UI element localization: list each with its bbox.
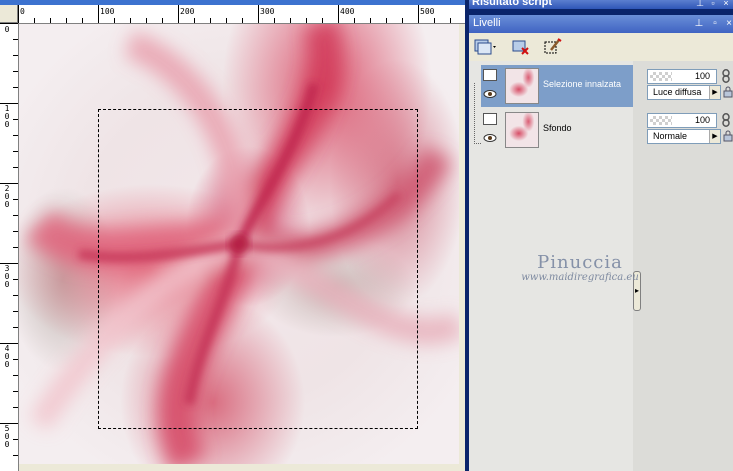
ruler-h-label: 200 <box>180 7 195 16</box>
delete-layer-button[interactable] <box>511 37 531 57</box>
ruler-v-label: 5 0 0 <box>4 424 10 449</box>
new-layer-icon <box>474 39 496 55</box>
layer-properties-sfondo: 100 Normale ▶ <box>645 109 733 145</box>
eye-icon[interactable] <box>483 133 497 143</box>
blend-mode-value: Normale <box>653 131 688 141</box>
layer-thumbnail <box>505 68 539 104</box>
close-icon[interactable]: × <box>723 17 733 30</box>
image-window: 0 100 200 300 400 500 0 1 0 0 2 0 0 3 0 … <box>0 0 465 471</box>
canvas-edge-bottom <box>19 464 465 471</box>
eye-icon[interactable] <box>483 89 497 99</box>
layers-toolbar <box>469 33 733 61</box>
opacity-slider[interactable]: 100 <box>647 113 717 128</box>
edit-selection-icon <box>544 38 562 54</box>
blend-mode-select[interactable]: Luce diffusa ▶ <box>647 85 721 100</box>
link-icon[interactable] <box>721 69 731 83</box>
vertical-ruler: 0 1 0 0 2 0 0 3 0 0 4 0 0 5 0 0 <box>0 23 19 471</box>
watermark: Pinuccia www.maidiregrafica.eu <box>510 252 650 283</box>
chevron-right-icon[interactable]: ▶ <box>709 130 720 143</box>
opacity-value: 100 <box>694 71 710 81</box>
layer-row-selezione-innalzata[interactable]: Selezione innalzata <box>481 65 633 107</box>
opacity-swatch <box>650 116 672 125</box>
layer-group-line <box>474 83 481 144</box>
lock-icon[interactable] <box>723 130 733 142</box>
image-canvas[interactable] <box>19 24 459 464</box>
layer-name: Sfondo <box>543 123 572 133</box>
watermark-url: www.maidiregrafica.eu <box>521 272 639 283</box>
ruler-h-label: 300 <box>260 7 275 16</box>
ruler-corner <box>0 5 18 23</box>
ruler-v-label: 0 <box>4 25 10 34</box>
ruler-h-label: 500 <box>420 7 435 16</box>
horizontal-ruler: 0 100 200 300 400 500 <box>18 5 465 24</box>
chevron-right-icon[interactable]: ▶ <box>709 86 720 99</box>
layer-properties-selezione-innalzata: 100 Luce diffusa ▶ <box>645 65 733 101</box>
script-output-titlebar[interactable]: Risultato script ⊥ ▫ × <box>469 0 733 9</box>
ruler-h-label: 400 <box>340 7 355 16</box>
layers-panel-title: Livelli <box>473 17 501 29</box>
ruler-h-label: 0 <box>20 7 25 16</box>
pin-icon[interactable]: ⊥ <box>693 17 705 30</box>
layer-type-icon <box>483 69 497 81</box>
delete-layer-icon <box>512 40 529 55</box>
opacity-value: 100 <box>694 115 710 125</box>
lock-icon[interactable] <box>723 86 733 98</box>
ruler-v-label: 2 0 0 <box>4 184 10 209</box>
opacity-swatch <box>650 72 672 81</box>
selection-marquee[interactable] <box>98 109 418 429</box>
pin-icon[interactable]: ⊥ <box>695 0 705 8</box>
ruler-v-label: 4 0 0 <box>4 344 10 369</box>
restore-icon[interactable]: ▫ <box>709 17 721 30</box>
ruler-v-label: 1 0 0 <box>4 104 10 129</box>
ruler-v-label: 3 0 0 <box>4 264 10 289</box>
restore-icon[interactable]: ▫ <box>708 0 718 8</box>
blend-mode-value: Luce diffusa <box>653 87 702 97</box>
blend-mode-select[interactable]: Normale ▶ <box>647 129 721 144</box>
layer-properties-column: 100 Luce diffusa ▶ 100 Normale ▶ <box>643 61 733 471</box>
canvas-edge-right <box>459 24 465 471</box>
layers-panel-titlebar[interactable]: Livelli ⊥ ▫ × <box>469 15 733 33</box>
layer-name: Selezione innalzata <box>543 79 622 89</box>
edit-selection-button[interactable] <box>543 37 563 57</box>
watermark-signature: Pinuccia <box>537 252 623 273</box>
close-icon[interactable]: × <box>721 0 731 8</box>
link-icon[interactable] <box>721 113 731 127</box>
layer-row-sfondo[interactable]: Sfondo <box>481 109 633 151</box>
layer-type-icon <box>483 113 497 125</box>
layer-thumbnail <box>505 112 539 148</box>
ruler-h-label: 100 <box>100 7 115 16</box>
opacity-slider[interactable]: 100 <box>647 69 717 84</box>
new-layer-button[interactable] <box>473 37 499 57</box>
script-output-title: Risultato script <box>472 0 553 8</box>
